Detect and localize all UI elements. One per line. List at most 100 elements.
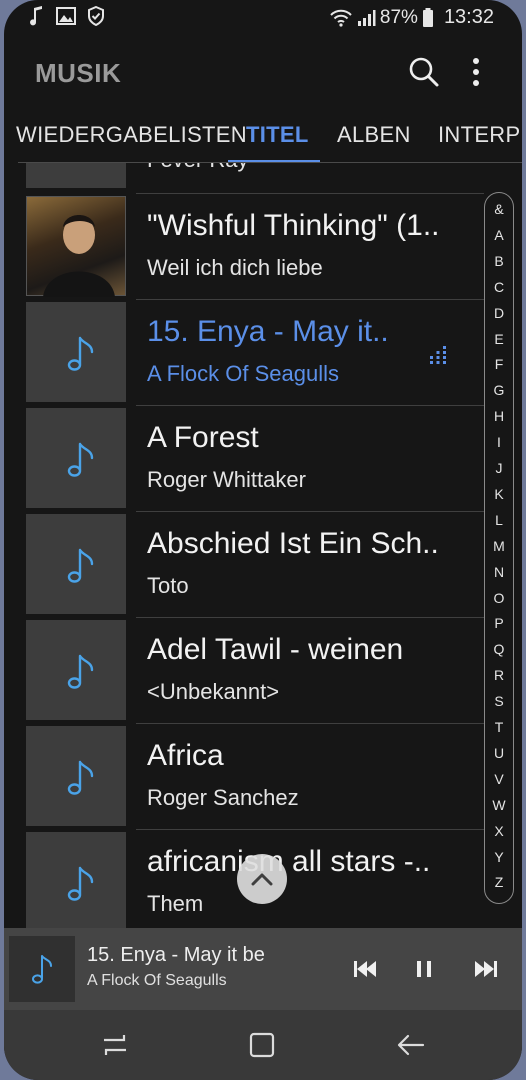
alphabet-index-letter[interactable]: W (485, 797, 513, 813)
track-artist: <Unbekannt> (147, 679, 280, 704)
image-icon (56, 7, 76, 25)
row-divider (136, 829, 484, 830)
track-artwork (26, 408, 126, 508)
alphabet-index-letter[interactable]: V (485, 771, 513, 787)
list-item[interactable]: Africa Roger Sanchez (4, 723, 484, 829)
alphabet-index-letter[interactable]: Y (485, 849, 513, 865)
skip-previous-icon (354, 961, 376, 977)
back-arrow-icon (397, 1034, 425, 1056)
alphabet-index-letter[interactable]: A (485, 227, 513, 243)
mini-player-artwork (9, 936, 75, 1002)
scroll-to-top-button[interactable] (237, 854, 287, 904)
wifi-icon (330, 9, 352, 27)
track-artist: Toto (147, 573, 189, 598)
tab-playlists[interactable]: WIEDERGABELISTEN (16, 122, 247, 148)
track-artwork (26, 302, 126, 402)
alphabet-index-letter[interactable]: J (485, 460, 513, 476)
pause-icon (417, 961, 431, 977)
system-navigation-bar (4, 1010, 522, 1080)
alphabet-index-letter[interactable]: H (485, 408, 513, 424)
status-notifications (28, 6, 104, 26)
shield-icon (88, 6, 104, 26)
list-item[interactable]: A Forest Roger Whittaker (4, 405, 484, 511)
more-vert-icon (473, 58, 479, 86)
alphabet-index-letter[interactable]: P (485, 615, 513, 631)
alphabet-index-letter[interactable]: Q (485, 641, 513, 657)
row-divider (136, 511, 484, 512)
track-artwork (26, 163, 126, 188)
alphabet-index-letter[interactable]: I (485, 434, 513, 450)
mini-player[interactable]: 15. Enya - May it be A Flock Of Seagulls (4, 928, 522, 1010)
recent-apps-button[interactable] (100, 1030, 130, 1060)
next-track-button[interactable] (470, 954, 502, 984)
alphabet-index-letter[interactable]: G (485, 382, 513, 398)
alphabet-index-letter[interactable]: E (485, 331, 513, 347)
alphabet-index-letter[interactable]: C (485, 279, 513, 295)
alphabet-index-letter[interactable]: D (485, 305, 513, 321)
track-artwork (26, 726, 126, 826)
pause-button[interactable] (408, 954, 440, 984)
alphabet-index-letter[interactable]: O (485, 590, 513, 606)
home-button[interactable] (247, 1030, 277, 1060)
alphabet-index-letter[interactable]: S (485, 693, 513, 709)
track-list: Fever Ray "Wishful Thinking" (1.. Weil i… (4, 163, 522, 928)
alphabet-index-letter[interactable]: T (485, 719, 513, 735)
track-artist: Roger Whittaker (147, 467, 306, 492)
tab-artists[interactable]: INTERPR (438, 122, 522, 148)
skip-next-icon (475, 961, 497, 977)
music-note-icon (67, 336, 94, 371)
row-divider (136, 299, 484, 300)
alphabet-index-letter[interactable]: R (485, 667, 513, 683)
home-icon (249, 1032, 275, 1058)
alphabet-index-letter[interactable]: X (485, 823, 513, 839)
search-button[interactable] (406, 54, 442, 90)
battery-percent: 87% (379, 6, 418, 28)
music-note-icon (67, 548, 94, 583)
row-divider (136, 723, 484, 724)
track-artist: Roger Sanchez (147, 785, 299, 810)
tab-bar: WIEDERGABELISTEN TITEL ALBEN INTERPR (4, 110, 522, 162)
track-title: "Wishful Thinking" (1.. (147, 209, 440, 242)
search-icon (409, 57, 439, 87)
music-note-icon (30, 6, 42, 26)
alphabet-index-letter[interactable]: M (485, 538, 513, 554)
alphabet-index-letter[interactable]: N (485, 564, 513, 580)
recent-apps-icon (104, 1035, 126, 1055)
track-artwork (26, 514, 126, 614)
more-options-button[interactable] (462, 54, 490, 90)
music-note-icon (67, 654, 94, 689)
signal-icon (357, 9, 376, 26)
clock: 13:32 (443, 6, 494, 28)
track-artwork-photo (26, 196, 126, 297)
alphabet-index-letter[interactable]: F (485, 356, 513, 372)
alphabet-index-scroller[interactable]: & A B C D E F G H I J K L M N O P Q R S T U V W X Y Z (484, 192, 514, 904)
row-divider (136, 193, 484, 194)
mini-player-artist: A Flock Of Seagulls (87, 972, 227, 989)
row-divider (136, 617, 484, 618)
track-artwork (26, 832, 126, 928)
track-artist: A Flock Of Seagulls (147, 361, 339, 386)
track-title: Africa (147, 739, 224, 772)
app-bar: MUSIK (4, 40, 522, 104)
alphabet-index-letter[interactable]: K (485, 486, 513, 502)
music-note-icon (67, 442, 94, 477)
back-button[interactable] (396, 1030, 426, 1060)
alphabet-index-letter[interactable]: & (485, 201, 513, 217)
tab-albums[interactable]: ALBEN (337, 122, 411, 148)
alphabet-index-letter[interactable]: B (485, 253, 513, 269)
list-item[interactable]: Adel Tawil - weinen <Unbekannt> (4, 617, 484, 723)
alphabet-index-letter[interactable]: U (485, 745, 513, 761)
list-item-now-playing[interactable]: 15. Enya - May it.. A Flock Of Seagulls (4, 299, 484, 405)
previous-track-button[interactable] (349, 954, 381, 984)
alphabet-index-letter[interactable]: L (485, 512, 513, 528)
status-system: 87% 13:32 (330, 6, 494, 29)
list-item[interactable]: Fever Ray (4, 163, 484, 191)
tab-titles[interactable]: TITEL (246, 122, 309, 148)
phone-screen: 87% 13:32 MUSIK WIEDERGABELISTEN TITEL A… (4, 0, 522, 1080)
battery-icon (422, 7, 433, 27)
track-title: Adel Tawil - weinen (147, 633, 404, 666)
list-item[interactable]: Abschied Ist Ein Sch.. Toto (4, 511, 484, 617)
alphabet-index-letter[interactable]: Z (485, 874, 513, 890)
list-item[interactable]: "Wishful Thinking" (1.. Weil ich dich li… (4, 193, 484, 299)
track-artist: Weil ich dich liebe (147, 255, 323, 280)
